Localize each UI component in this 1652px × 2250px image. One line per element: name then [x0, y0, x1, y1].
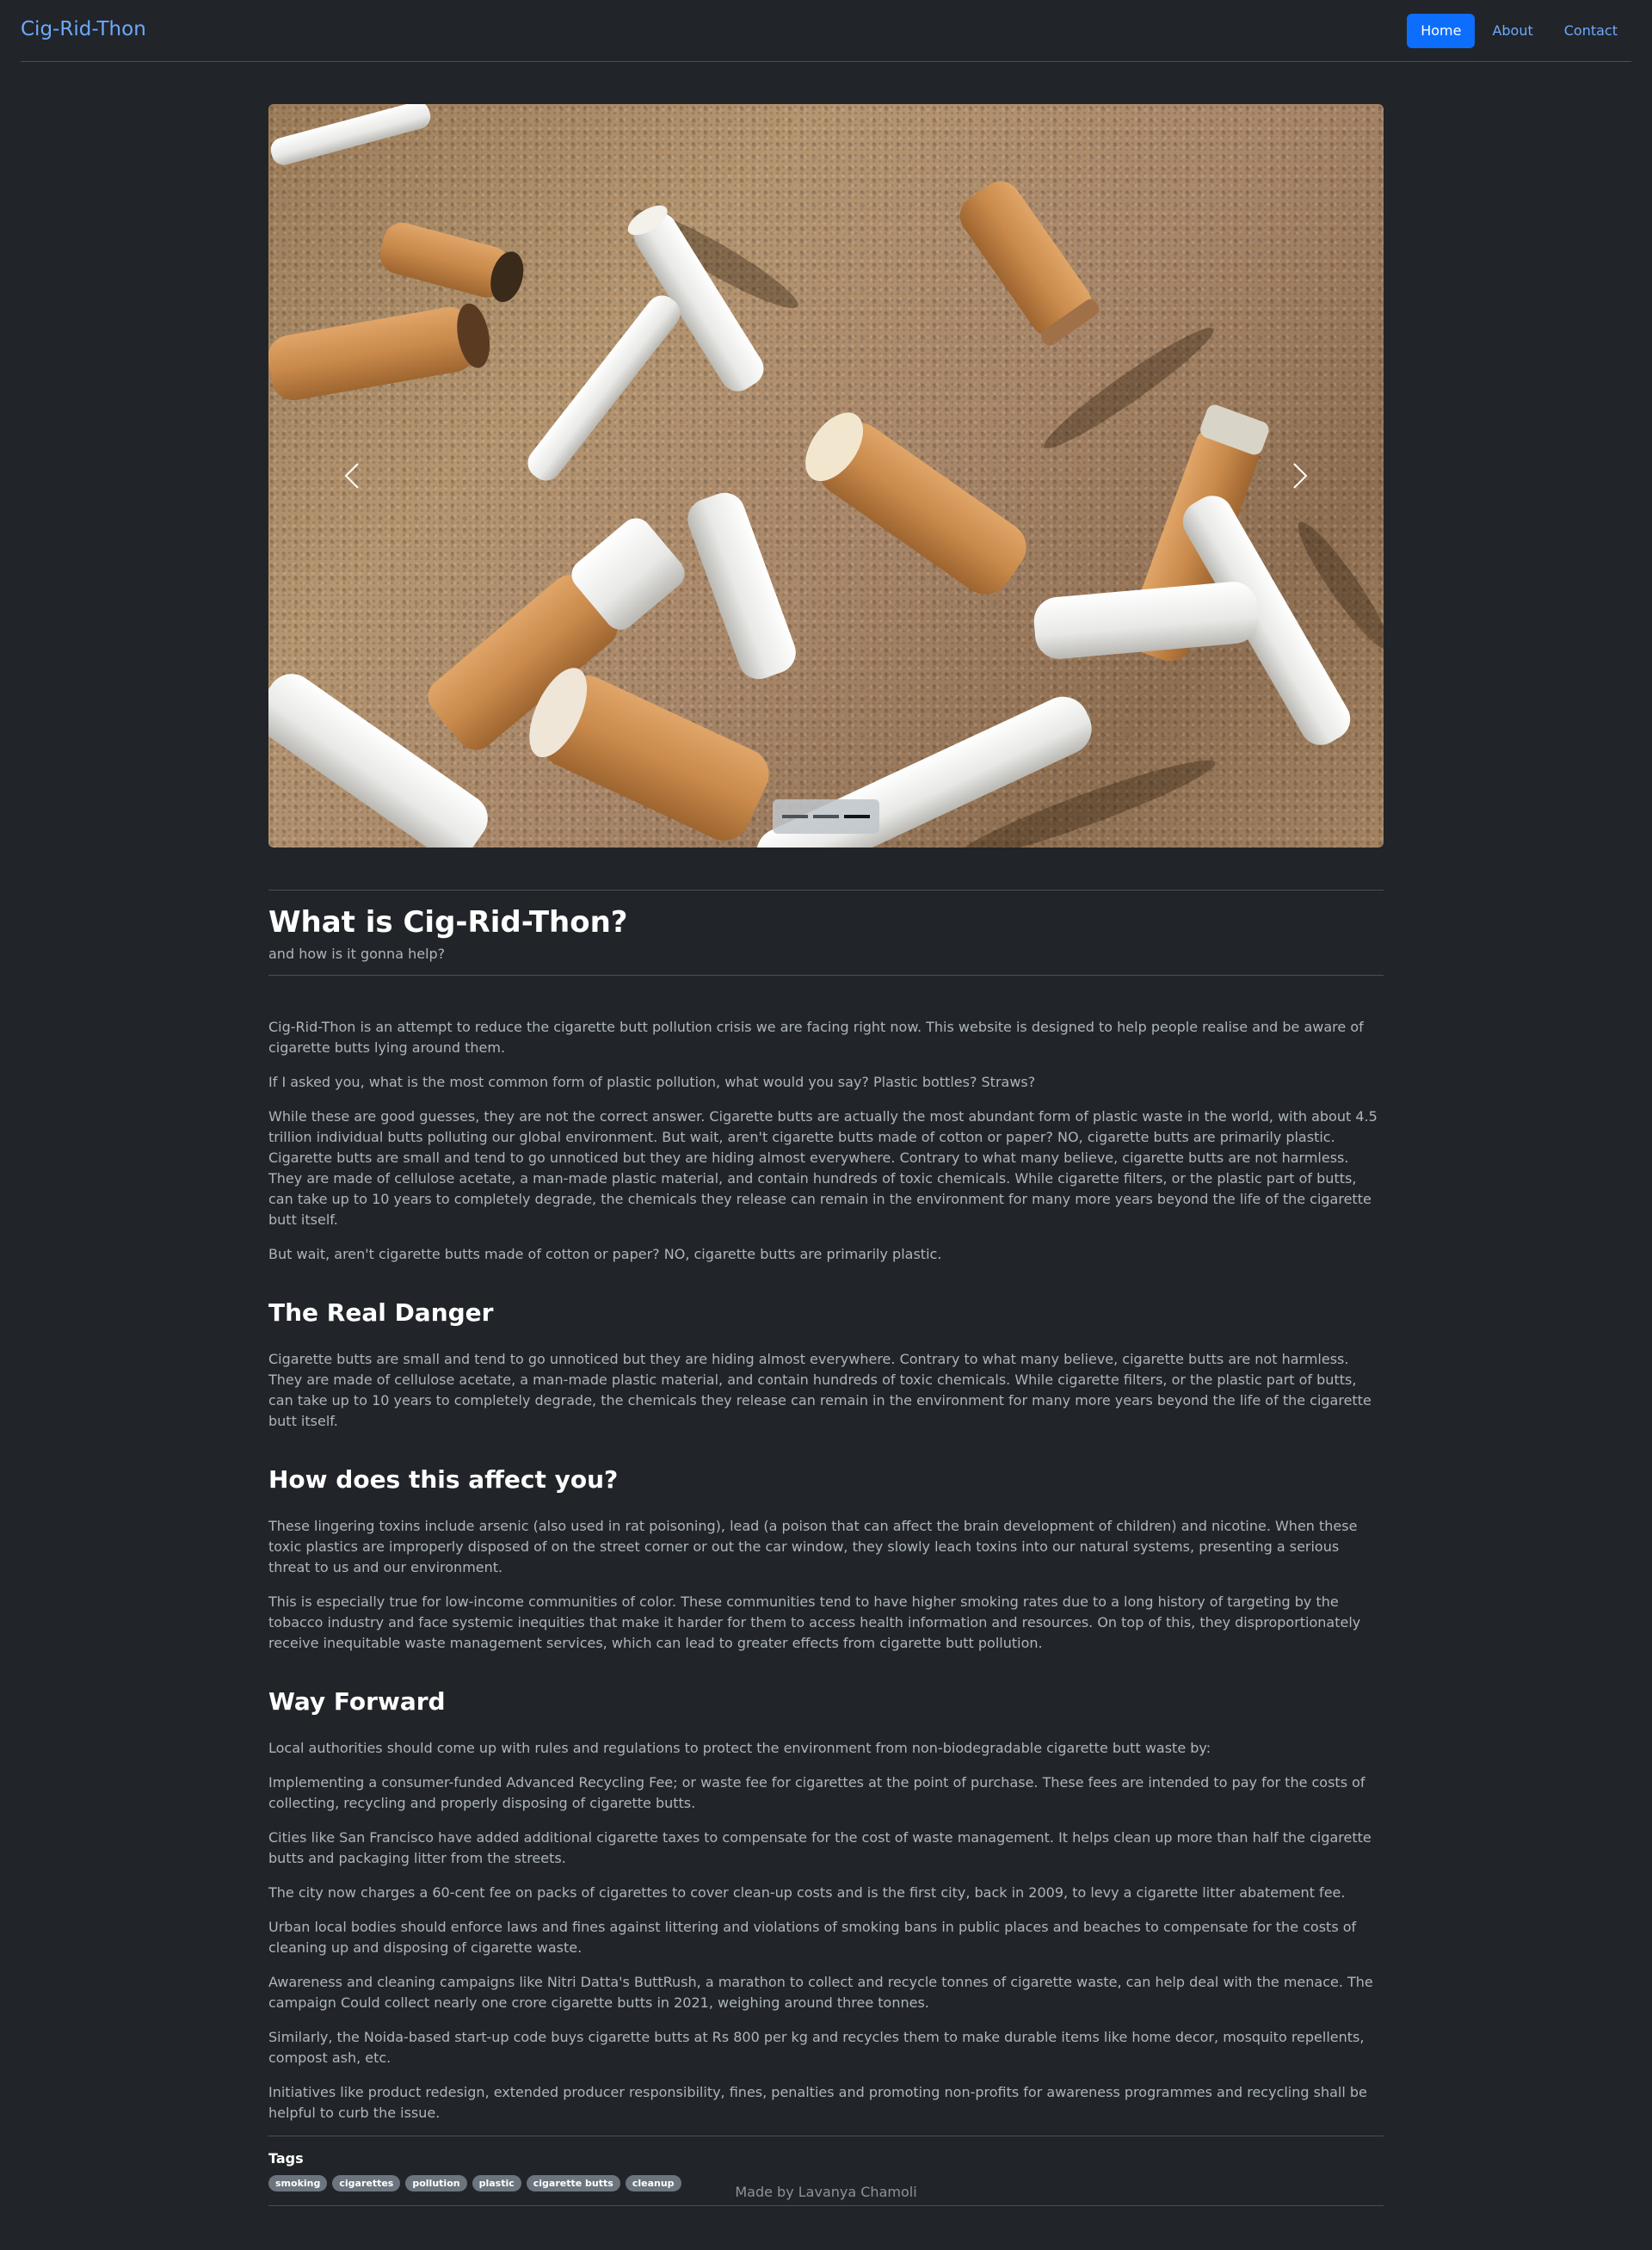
- navbar: Cig-Rid-Thon Home About Contact: [21, 0, 1631, 62]
- section-heading: How does this affect you?: [268, 1465, 619, 1494]
- danger-section: The Real Danger Cigarette butts are smal…: [268, 1298, 1384, 1432]
- section-paragraph: This is especially true for low-income c…: [268, 1593, 1361, 1651]
- chevron-right-icon: [1293, 463, 1308, 489]
- section-paragraph: The city now charges a 60-cent fee on pa…: [268, 1884, 1346, 1901]
- section-paragraph: Awareness and cleaning campaigns like Ni…: [268, 1974, 1373, 2011]
- nav-link-about[interactable]: About: [1478, 14, 1546, 48]
- forward-section: Way Forward Local authorities should com…: [268, 1686, 1384, 2124]
- section-heading: The Real Danger: [268, 1298, 494, 1327]
- carousel-indicator-3[interactable]: [844, 815, 870, 818]
- cigarette-butts-image: [268, 104, 1384, 848]
- footer-credit: Made by Lavanya Chamoli: [735, 2184, 917, 2200]
- nav-link-home[interactable]: Home: [1407, 14, 1476, 48]
- carousel-indicator-1[interactable]: [782, 815, 808, 818]
- page-subtitle: and how is it gonna help?: [268, 946, 446, 962]
- section-paragraph: Cities like San Francisco have added add…: [268, 1829, 1372, 1866]
- intro-paragraph: Cig-Rid-Thon is an attempt to reduce the…: [268, 1019, 1364, 1056]
- main-content: What is Cig-Rid-Thon? and how is it gonn…: [268, 104, 1384, 2206]
- chevron-left-icon: [344, 463, 359, 489]
- tags-title: Tags: [268, 2150, 304, 2167]
- nav-link-contact[interactable]: Contact: [1550, 14, 1631, 48]
- affect-section: How does this affect you? These lingerin…: [268, 1464, 1384, 1654]
- intro-paragraph: If I asked you, what is the most common …: [268, 1074, 1036, 1090]
- intro-section: Cig-Rid-Thon is an attempt to reduce the…: [268, 1017, 1384, 1265]
- section-heading: Way Forward: [268, 1687, 446, 1716]
- nav-links: Home About Contact: [1407, 14, 1631, 48]
- section-paragraph: Initiatives like product redesign, exten…: [268, 2084, 1367, 2121]
- carousel-indicator-2[interactable]: [813, 815, 839, 818]
- intro-paragraph: But wait, aren't cigarette butts made of…: [268, 1246, 942, 1262]
- section-paragraph: Urban local bodies should enforce laws a…: [268, 1919, 1357, 1956]
- divider: [268, 975, 1384, 976]
- divider: [268, 2205, 1384, 2206]
- section-paragraph: These lingering toxins include arsenic (…: [268, 1518, 1358, 1575]
- carousel-prev-button[interactable]: [336, 459, 370, 493]
- section-paragraph: Implementing a consumer-funded Advanced …: [268, 1774, 1365, 1811]
- section-paragraph: Similarly, the Noida-based start-up code…: [268, 2029, 1365, 2066]
- brand-link[interactable]: Cig-Rid-Thon: [21, 18, 146, 40]
- carousel-indicators: [773, 799, 879, 834]
- image-carousel: [268, 104, 1384, 848]
- divider: [268, 890, 1384, 891]
- intro-paragraph: While these are good guesses, they are n…: [268, 1108, 1378, 1228]
- section-paragraph: Cigarette butts are small and tend to go…: [268, 1351, 1372, 1429]
- page-title: What is Cig-Rid-Thon?: [268, 905, 628, 940]
- carousel-next-button[interactable]: [1282, 459, 1316, 493]
- section-paragraph: Local authorities should come up with ru…: [268, 1740, 1211, 1756]
